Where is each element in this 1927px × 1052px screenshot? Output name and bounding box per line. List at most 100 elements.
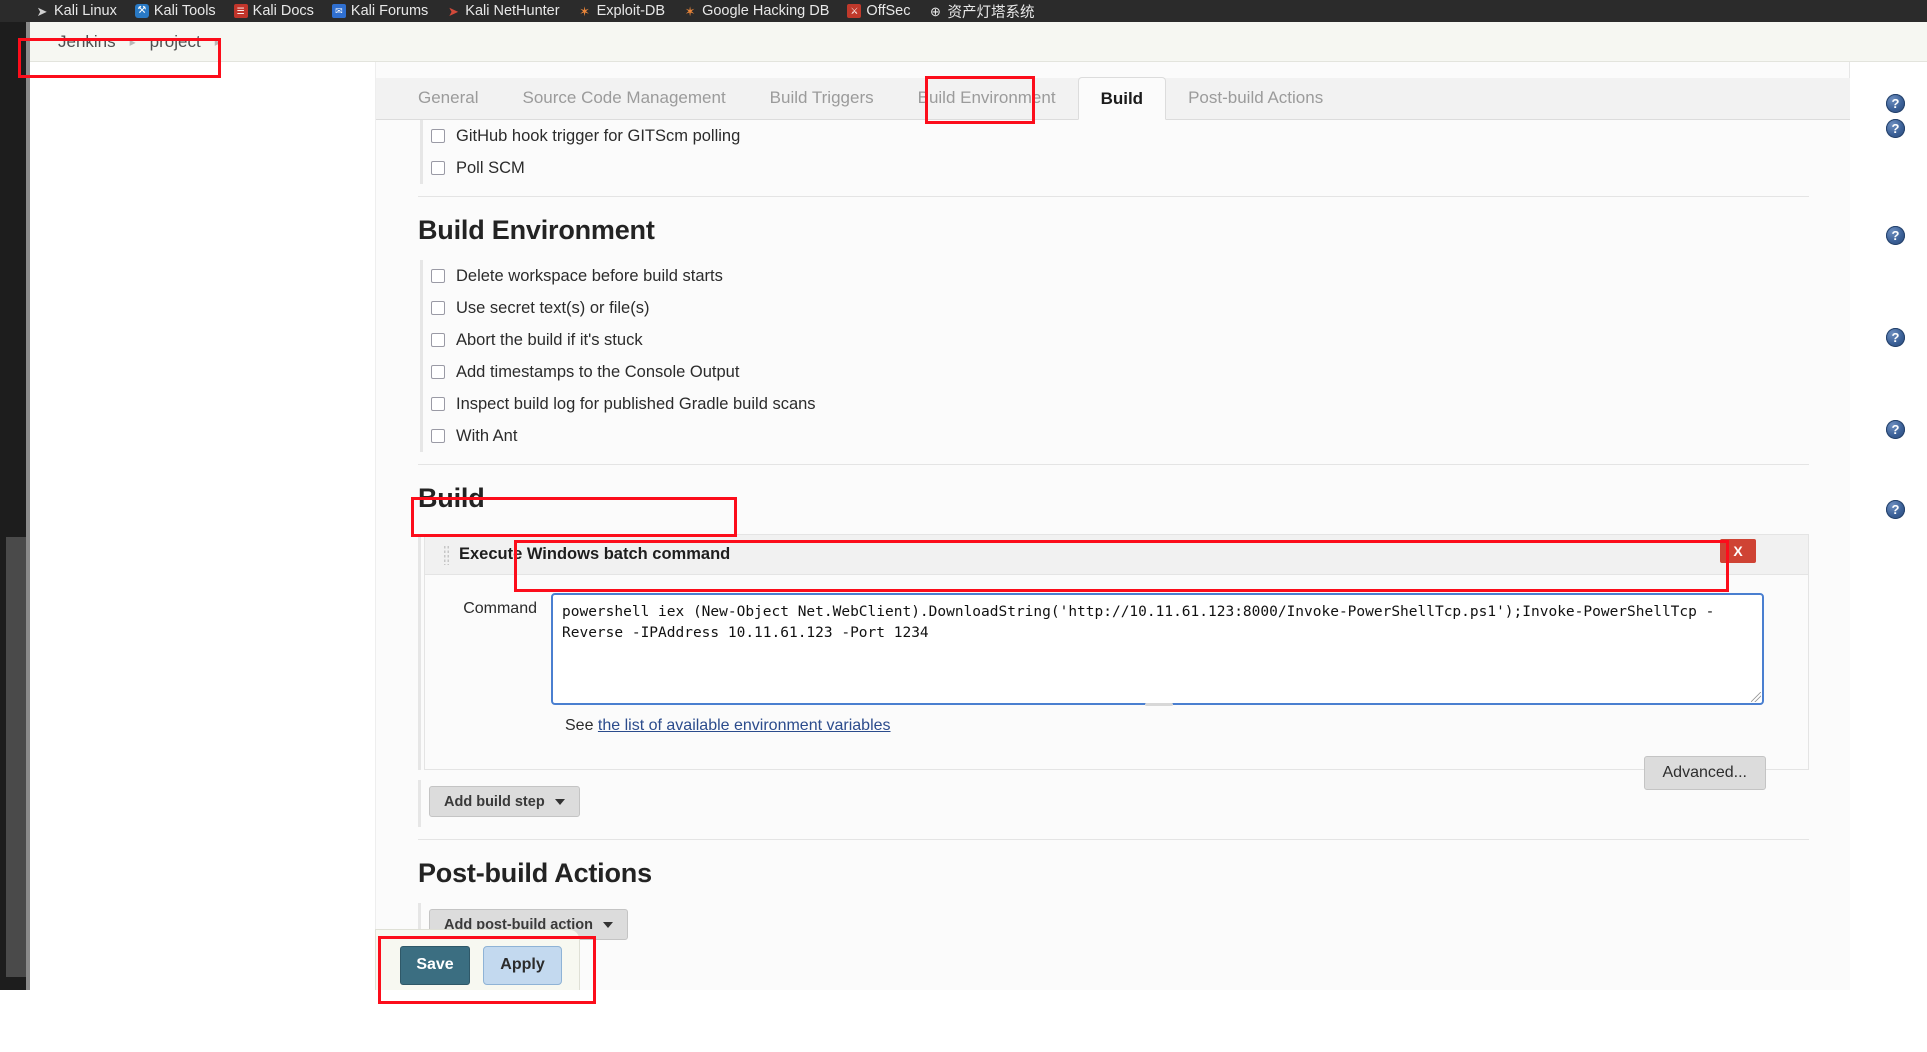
build-environment-checkbox-label: Delete workspace before build starts — [456, 266, 723, 285]
tab-label: Build Environment — [917, 88, 1056, 107]
bookmark-label: 资产灯塔系统 — [947, 4, 1035, 21]
build-environment-checkbox-group: Delete workspace before build starts Use … — [420, 260, 1809, 452]
bookmark-label: Kali Forums — [350, 3, 429, 19]
config-tab-bar: General Source Code Management Build Trigg… — [376, 77, 1851, 120]
build-environment-checkbox-label: Use secret text(s) or file(s) — [456, 298, 650, 317]
build-trigger-checkbox-row[interactable]: Poll SCM — [426, 152, 1809, 184]
bookmark-item[interactable]: ⊕ 资产灯塔系统 — [919, 0, 1043, 22]
tab-source-code-management[interactable]: Source Code Management — [500, 77, 747, 119]
tab-label: Build Triggers — [769, 88, 874, 107]
add-post-build-action-row: Add post-build action — [418, 903, 1809, 950]
browser-left-gutter — [0, 22, 26, 1012]
help-icon[interactable]: ? — [1886, 94, 1905, 113]
tab-build-triggers[interactable]: Build Triggers — [748, 77, 896, 119]
build-step-header[interactable]: Execute Windows batch command X — [425, 535, 1808, 575]
add-build-step-row: Add build step — [418, 780, 1809, 827]
build-environment-checkbox-row[interactable]: Abort the build if it's stuck — [426, 324, 1809, 356]
checkbox-icon[interactable] — [431, 429, 445, 443]
kali-forums-icon: ✉ — [331, 4, 346, 18]
build-triggers-tail-section: GitHub hook trigger for GITScm polling Po… — [376, 120, 1851, 184]
see-prefix-text: See — [565, 717, 598, 734]
drag-handle-icon[interactable] — [443, 544, 450, 565]
save-button[interactable]: Save — [400, 945, 470, 985]
page-root: Jenkins ▸ project ▸ General Source Code Mana… — [0, 22, 1927, 1052]
bookmark-item[interactable]: ✶ Exploit-DB — [569, 0, 675, 22]
build-environment-checkbox-row[interactable]: Delete workspace before build starts — [426, 260, 1809, 292]
add-build-step-label: Add build step — [444, 793, 545, 810]
build-heading: Build — [418, 483, 485, 513]
checkbox-icon[interactable] — [431, 301, 445, 315]
bookmark-item[interactable]: ➤ Kali Linux — [26, 0, 126, 22]
vertical-scrollbar-thumb[interactable] — [6, 537, 26, 977]
post-build-actions-section: Post-build Actions — [376, 840, 1851, 903]
checkbox-icon[interactable] — [431, 333, 445, 347]
bookmark-item[interactable]: ➤ Kali NetHunter — [437, 0, 568, 22]
breadcrumb-item[interactable]: project — [140, 32, 211, 52]
apply-button[interactable]: Apply — [483, 945, 562, 985]
kali-docs-icon: ☰ — [233, 4, 248, 18]
tab-build-environment[interactable]: Build Environment — [896, 77, 1078, 119]
environment-variables-note: See the list of available environment va… — [425, 705, 1808, 735]
tab-label: General — [418, 88, 479, 107]
delete-build-step-button[interactable]: X — [1720, 539, 1756, 563]
build-section: Build — [376, 465, 1851, 528]
left-empty-column — [30, 62, 375, 1012]
checkbox-icon[interactable] — [431, 397, 445, 411]
build-environment-checkbox-label: With Ant — [456, 426, 518, 445]
checkbox-icon[interactable] — [431, 365, 445, 379]
build-step-panel: Execute Windows batch command X Command … — [418, 534, 1809, 790]
build-environment-checkbox-row[interactable]: With Ant — [426, 420, 1809, 452]
help-icon[interactable]: ? — [1886, 500, 1905, 519]
build-trigger-checkbox-label: Poll SCM — [456, 158, 525, 177]
command-input[interactable] — [551, 593, 1764, 705]
checkbox-icon[interactable] — [431, 129, 445, 143]
textarea-resize-bar[interactable] — [1144, 703, 1173, 706]
bookmark-label: Kali Linux — [54, 3, 117, 19]
build-environment-checkbox-label: Abort the build if it's stuck — [456, 330, 643, 349]
build-environment-checkbox-label: Inspect build log for published Gradle b… — [456, 394, 816, 413]
bookmark-label: Kali Docs — [252, 3, 314, 19]
build-environment-checkbox-row[interactable]: Add timestamps to the Console Output — [426, 356, 1809, 388]
command-field-label: Command — [463, 600, 537, 617]
build-environment-section: Build Environment Delete workspace befor… — [376, 197, 1851, 452]
bookmark-item[interactable]: ⚒ Kali Tools — [126, 0, 225, 22]
page-bottom-strip — [0, 990, 1927, 1012]
post-build-actions-heading: Post-build Actions — [418, 858, 652, 888]
build-environment-checkbox-row[interactable]: Inspect build log for published Gradle b… — [426, 388, 1809, 420]
google-hacking-db-icon: ✶ — [684, 3, 696, 19]
checkbox-icon[interactable] — [431, 269, 445, 283]
build-trigger-checkbox-row[interactable]: GitHub hook trigger for GITScm polling — [426, 120, 1809, 152]
kali-dragon-icon: ➤ — [36, 3, 48, 19]
breadcrumb-separator-icon: ▸ — [214, 34, 221, 49]
help-icon[interactable]: ? — [1886, 420, 1905, 439]
environment-variables-link[interactable]: the list of available environment variab… — [598, 717, 891, 734]
breadcrumb-separator-icon: ▸ — [129, 34, 136, 49]
tab-post-build-actions[interactable]: Post-build Actions — [1166, 77, 1345, 119]
build-environment-checkbox-row[interactable]: Use secret text(s) or file(s) — [426, 292, 1809, 324]
build-trigger-checkbox-label: GitHub hook trigger for GITScm polling — [456, 126, 741, 145]
breadcrumb-bar: Jenkins ▸ project ▸ — [30, 22, 1927, 62]
bookmark-item[interactable]: ✉ Kali Forums — [323, 0, 437, 22]
build-environment-heading: Build Environment — [418, 215, 655, 245]
kali-tools-icon: ⚒ — [134, 4, 149, 18]
main-config-column: General Source Code Management Build Trigg… — [375, 62, 1851, 1012]
bookmark-item[interactable]: ☰ Kali Docs — [225, 0, 323, 22]
tab-build[interactable]: Build — [1077, 77, 1167, 120]
build-step-box: Execute Windows batch command X Command … — [424, 534, 1809, 790]
breadcrumb-item[interactable]: Jenkins — [48, 32, 126, 52]
help-icon[interactable]: ? — [1886, 328, 1905, 347]
bookmark-item[interactable]: ✶ Google Hacking DB — [674, 0, 838, 22]
chevron-down-icon — [603, 921, 614, 928]
tab-label: Post-build Actions — [1188, 88, 1324, 107]
advanced-button[interactable]: Advanced... — [1643, 756, 1766, 790]
help-icon[interactable]: ? — [1886, 226, 1905, 245]
bookmark-label: Kali Tools — [153, 3, 216, 19]
checkbox-icon[interactable] — [431, 161, 445, 175]
bookmark-item[interactable]: ⚔ OffSec — [838, 0, 919, 22]
build-step-title: Execute Windows batch command — [459, 545, 731, 563]
tab-label: Source Code Management — [522, 88, 726, 107]
add-build-step-button[interactable]: Add build step — [429, 786, 580, 817]
tab-general[interactable]: General — [396, 77, 500, 119]
help-icon[interactable]: ? — [1886, 119, 1905, 138]
command-field-row: Command — [425, 575, 1808, 705]
